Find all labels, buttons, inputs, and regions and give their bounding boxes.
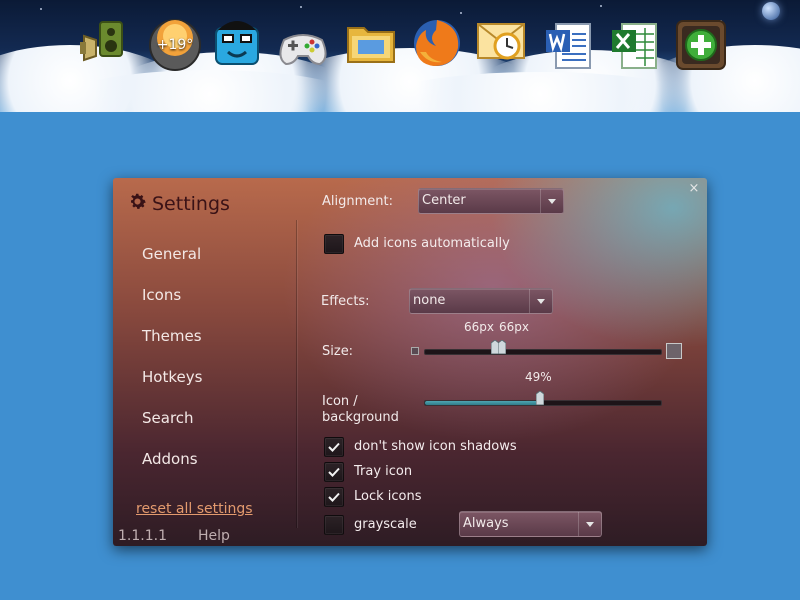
sidebar-divider (296, 220, 297, 528)
size-value-a: 66px (464, 320, 494, 334)
planet-decoration (762, 2, 780, 20)
size-slider-thumb[interactable] (498, 340, 507, 354)
effects-select[interactable]: none (409, 288, 553, 314)
icon-background-label-line1: Icon / (322, 394, 358, 409)
check-icon (328, 492, 340, 502)
settings-title: Settings (152, 192, 230, 215)
chevron-down-icon (540, 189, 563, 213)
icon-background-slider-fill (425, 401, 541, 405)
excel-icon[interactable] (608, 20, 662, 74)
nav-item-search[interactable]: Search (142, 409, 194, 427)
firefox-icon[interactable] (410, 16, 464, 70)
version-label: 1.1.1.1 (118, 528, 167, 544)
help-link[interactable]: Help (198, 528, 230, 544)
grayscale-label: grayscale (354, 517, 417, 532)
icon-background-label-line2: background (322, 410, 399, 425)
check-icon (328, 442, 340, 452)
monster-icon[interactable] (210, 14, 264, 68)
gear-icon (127, 191, 148, 216)
nav-item-icons[interactable]: Icons (142, 286, 181, 304)
dock-background: +19° (0, 0, 800, 112)
effects-value: none (413, 293, 446, 308)
check-icon (328, 467, 340, 477)
grayscale-mode-value: Always (463, 516, 509, 531)
window-title: Settings (127, 191, 230, 216)
dock: +19° (78, 10, 738, 76)
size-min-icon (411, 347, 419, 355)
lock-icons-checkbox[interactable] (324, 487, 344, 507)
folder-icon[interactable] (344, 16, 398, 70)
alignment-value: Center (422, 193, 466, 208)
chevron-down-icon (529, 289, 552, 313)
no-icon-shadows-checkbox[interactable] (324, 437, 344, 457)
nav-item-general[interactable]: General (142, 245, 201, 263)
gamepad-icon[interactable] (276, 18, 330, 72)
speaker-icon[interactable] (78, 16, 132, 70)
close-icon[interactable]: × (687, 182, 701, 196)
add-icon[interactable] (674, 18, 728, 72)
reset-all-settings-link[interactable]: reset all settings (136, 501, 253, 517)
nav-item-themes[interactable]: Themes (142, 327, 202, 345)
size-value-b: 66px (499, 320, 529, 334)
settings-window: × Settings General Icons Themes Hotkeys … (113, 178, 707, 546)
size-max-icon (666, 343, 682, 359)
grayscale-mode-select[interactable]: Always (459, 511, 602, 537)
alignment-label: Alignment: (322, 194, 393, 209)
size-label: Size: (322, 344, 354, 359)
no-icon-shadows-label: don't show icon shadows (354, 439, 517, 454)
weather-temp: +19° (156, 37, 194, 53)
icon-background-value: 49% (525, 370, 552, 384)
word-icon[interactable] (542, 20, 596, 74)
alignment-select[interactable]: Center (418, 188, 564, 214)
effects-label: Effects: (321, 294, 370, 309)
weather-icon[interactable]: +19° (148, 18, 202, 72)
tray-icon-checkbox[interactable] (324, 462, 344, 482)
lock-icons-label: Lock icons (354, 489, 422, 504)
nav-item-hotkeys[interactable]: Hotkeys (142, 368, 202, 386)
tray-icon-label: Tray icon (354, 464, 413, 479)
nav-item-addons[interactable]: Addons (142, 450, 198, 468)
add-icons-checkbox[interactable] (324, 234, 344, 254)
icon-background-slider-thumb[interactable] (535, 391, 544, 405)
outlook-icon[interactable] (474, 14, 528, 68)
chevron-down-icon (578, 512, 601, 536)
grayscale-checkbox[interactable] (324, 515, 344, 535)
size-slider[interactable] (424, 349, 662, 355)
add-icons-label: Add icons automatically (354, 236, 510, 251)
